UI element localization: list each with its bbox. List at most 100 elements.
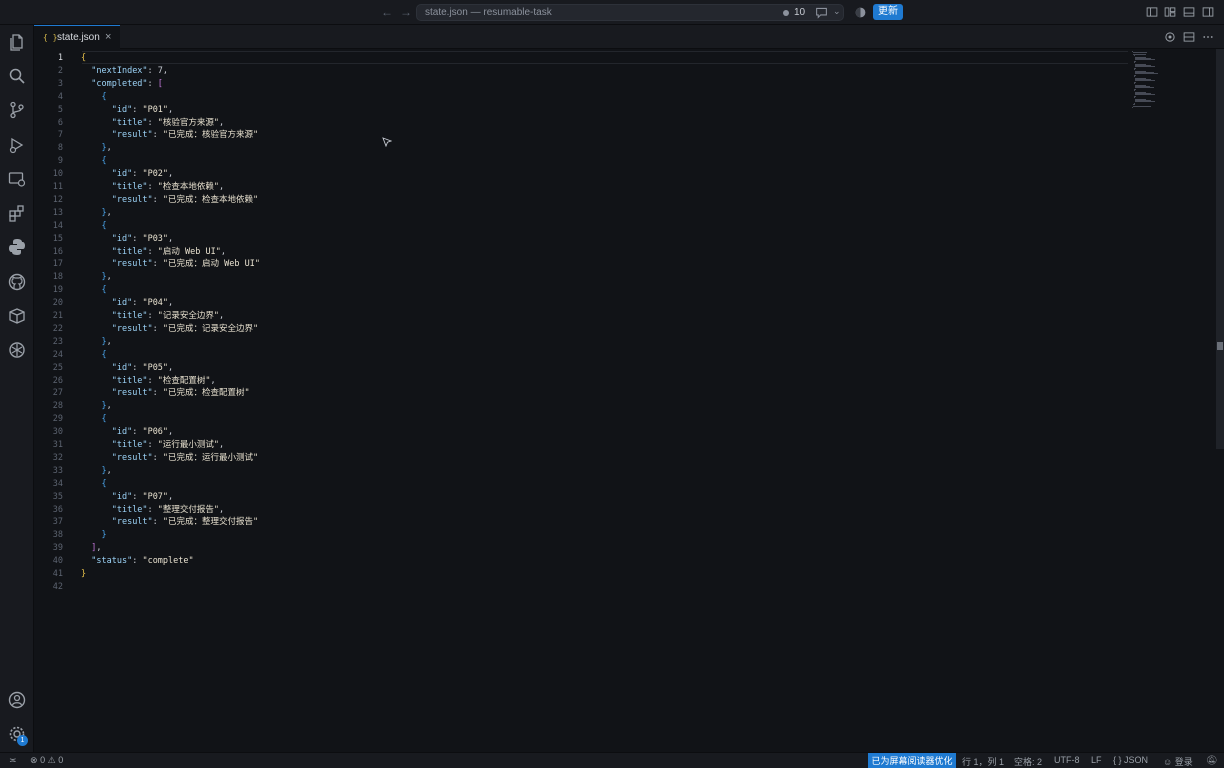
code-line[interactable]: "id": "P02", [81, 168, 173, 181]
code-line[interactable]: }, [81, 271, 111, 284]
code-line[interactable]: "title": "运行最小测试", [81, 439, 224, 452]
copilot-icon[interactable] [854, 6, 867, 19]
more-actions-icon[interactable] [1202, 31, 1214, 43]
code-line[interactable]: "result": "已完成：整理交付报告" [81, 516, 258, 529]
account-icon[interactable] [7, 690, 27, 710]
toggle-primary-sidebar-icon[interactable] [1146, 6, 1158, 18]
code-line[interactable]: "result": "已完成：检查配置树" [81, 387, 250, 400]
code-line[interactable]: } [81, 568, 86, 581]
error-icon: ⊗ [30, 755, 38, 765]
line-number: 27 [52, 388, 63, 399]
code-line[interactable]: "title": "记录安全边界", [81, 310, 224, 323]
code-line[interactable]: }, [81, 465, 111, 478]
code-line[interactable]: { [81, 349, 106, 362]
line-number: 24 [52, 349, 63, 360]
remote-explorer-icon[interactable] [7, 169, 27, 189]
source-control-icon[interactable] [7, 100, 27, 120]
extensions-icon[interactable] [7, 203, 27, 223]
split-editor-icon[interactable] [1183, 31, 1195, 43]
toggle-secondary-sidebar-icon[interactable] [1202, 6, 1214, 18]
line-number: 25 [52, 362, 63, 373]
code-line[interactable]: "id": "P01", [81, 104, 173, 117]
code-line[interactable]: "title": "检查配置树", [81, 375, 216, 388]
indentation[interactable]: 空格: 2 [1014, 755, 1042, 768]
code-line[interactable]: "result": "已完成：记录安全边界" [81, 323, 258, 336]
command-center[interactable]: state.json — resumable-task 10 ⌄ [416, 4, 844, 21]
openai-icon[interactable] [7, 340, 27, 360]
update-button[interactable]: 更新 [873, 4, 903, 20]
search-icon[interactable] [7, 66, 27, 86]
code-line[interactable]: "result": "已完成：核验官方来源" [81, 129, 258, 142]
tab-label: state.json [57, 32, 100, 43]
title-bar: ← → state.json — resumable-task 10 ⌄ 更新 [0, 0, 1224, 25]
code-line[interactable]: "completed": [ [81, 78, 163, 91]
notification-count[interactable]: 10 [794, 7, 805, 18]
code-line[interactable]: }, [81, 336, 111, 349]
run-debug-icon[interactable] [7, 135, 27, 155]
code-line[interactable]: }, [81, 142, 111, 155]
code-line[interactable]: }, [81, 207, 111, 220]
python-icon[interactable] [7, 237, 27, 257]
code-line[interactable]: "title": "整理交付报告", [81, 504, 224, 517]
line-number: 8 [57, 143, 63, 154]
minimap[interactable] [1132, 51, 1162, 111]
code-line[interactable]: "id": "P03", [81, 233, 173, 246]
open-changes-icon[interactable] [1164, 31, 1176, 43]
explorer-icon[interactable] [7, 32, 27, 52]
login-status[interactable]: ☺ 登录 [1163, 755, 1193, 768]
chat-icon[interactable] [815, 6, 828, 19]
tab-state-json[interactable]: { } state.json × [34, 25, 120, 49]
code-line[interactable]: "result": "已完成：检查本地依赖" [81, 194, 258, 207]
code-line[interactable]: }, [81, 400, 111, 413]
line-number: 16 [52, 246, 63, 257]
code-line[interactable]: "title": "检查本地依赖", [81, 181, 224, 194]
screen-reader-mode[interactable]: 已为屏幕阅读器优化 [868, 753, 956, 768]
bell-icon[interactable]: 🔕︎ [1206, 755, 1217, 766]
remote-indicator-icon[interactable]: ≍ [9, 755, 17, 766]
code-line[interactable]: { [81, 478, 106, 491]
code-line[interactable]: "title": "启动 Web UI", [81, 246, 226, 259]
problems-indicator[interactable]: ⊗ 0 ⚠ 0 [30, 755, 63, 766]
code-line[interactable]: "result": "已完成：运行最小测试" [81, 452, 258, 465]
close-icon[interactable]: × [105, 31, 111, 43]
arrow-left-icon[interactable]: ← [381, 5, 393, 19]
code-line[interactable]: } [81, 529, 106, 542]
editor[interactable]: 1 2 3 4 5 6 7 8 9 10 11 12 13 14 15 16 17 18 19 20 21 22 23 24 2… [34, 49, 1224, 752]
line-number: 5 [57, 104, 63, 115]
warning-count: 0 [58, 755, 64, 765]
chevron-down-icon[interactable]: ⌄ [833, 6, 841, 17]
code-line[interactable]: "nextIndex": 7, [81, 65, 168, 78]
github-icon[interactable] [7, 272, 27, 292]
code-line[interactable]: "id": "P04", [81, 297, 173, 310]
vertical-scrollbar[interactable] [1216, 49, 1224, 449]
code-line[interactable]: "id": "P07", [81, 491, 173, 504]
code-line[interactable]: "result": "已完成：启动 Web UI" [81, 258, 260, 271]
cursor-position[interactable]: 行 1，列 1 [962, 755, 1004, 768]
line-number: 32 [52, 452, 63, 463]
code-line[interactable]: { [81, 155, 106, 168]
encoding[interactable]: UTF-8 [1054, 755, 1080, 765]
line-number: 2 [57, 65, 63, 76]
code-line[interactable]: "id": "P05", [81, 362, 173, 375]
code-line[interactable]: "id": "P06", [81, 426, 173, 439]
code-line[interactable]: { [81, 284, 106, 297]
code-line[interactable]: "status": "complete" [81, 555, 193, 568]
window-title: state.json — resumable-task [425, 7, 552, 18]
arrow-right-icon[interactable]: → [400, 5, 412, 19]
toggle-panel-icon[interactable] [1183, 6, 1195, 18]
line-number: 26 [52, 375, 63, 386]
scrollbar-thumb[interactable] [1217, 342, 1223, 350]
end-of-line[interactable]: LF [1091, 755, 1102, 765]
language-mode[interactable]: { } JSON [1113, 755, 1148, 765]
customize-layout-icon[interactable] [1164, 6, 1176, 18]
code-line[interactable]: { [81, 413, 106, 426]
containers-icon[interactable] [7, 306, 27, 326]
code-line[interactable]: { [81, 220, 106, 233]
code-line[interactable]: { [81, 91, 106, 104]
line-number: 22 [52, 323, 63, 334]
code-line[interactable]: { [81, 52, 86, 65]
code-line[interactable]: ], [81, 542, 101, 555]
current-line-highlight [82, 51, 1128, 64]
minimap-line [1133, 105, 1151, 107]
code-line[interactable]: "title": "核验官方来源", [81, 117, 224, 130]
